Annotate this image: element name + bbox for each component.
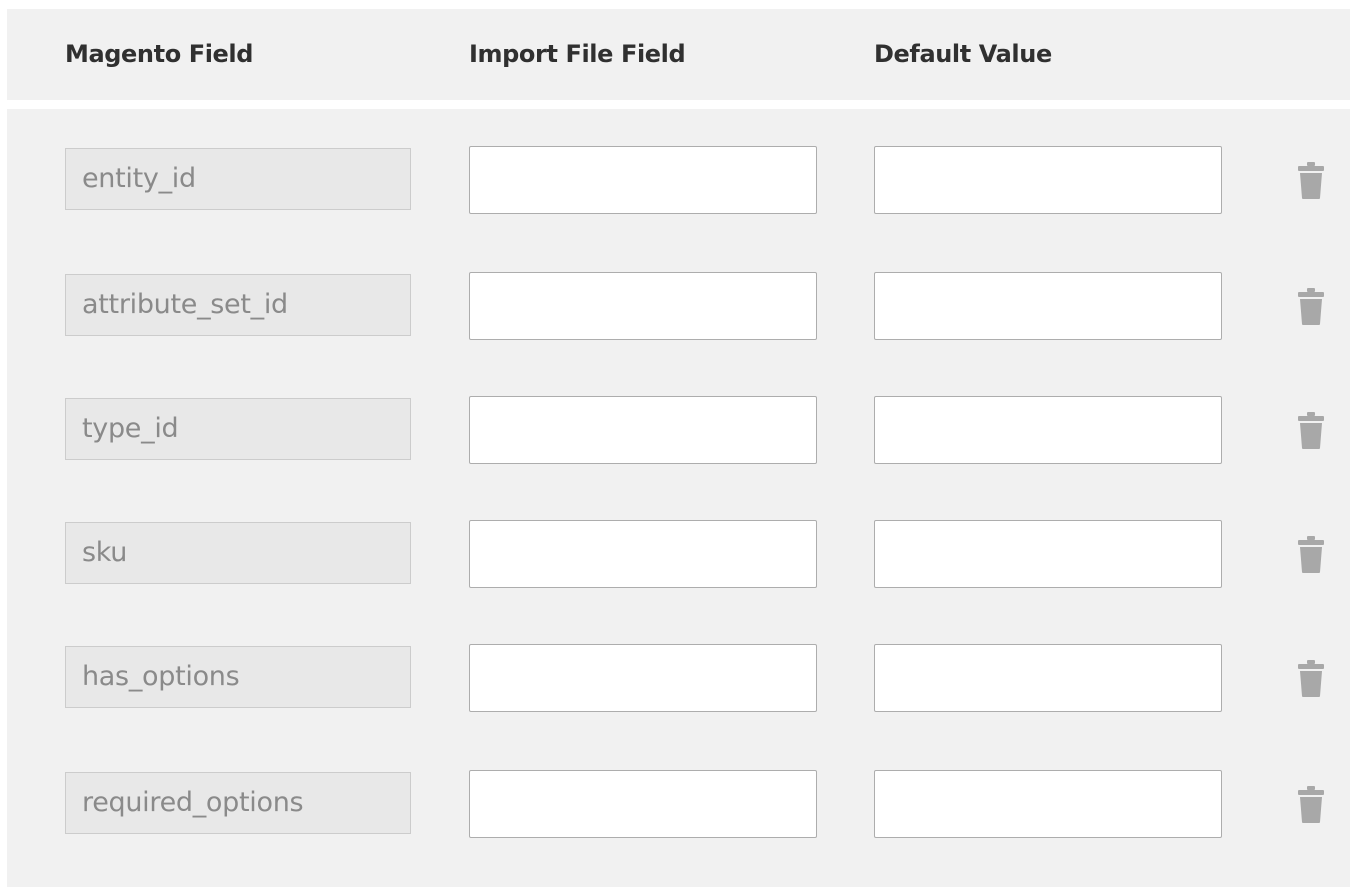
magento-field-value: sku xyxy=(65,522,411,584)
mapping-table-header: Magento Field Import File Field Default … xyxy=(7,9,1350,100)
mapping-row: sku xyxy=(7,520,1350,590)
delete-row-button[interactable] xyxy=(1297,160,1325,200)
trash-icon xyxy=(1298,412,1324,449)
delete-row-button[interactable] xyxy=(1297,658,1325,698)
default-value-input[interactable] xyxy=(874,770,1222,838)
magento-field-value: attribute_set_id xyxy=(65,274,411,336)
import-file-field-input[interactable] xyxy=(469,396,817,464)
mapping-row: type_id xyxy=(7,396,1350,466)
mapping-table-body: entity_id attribute_set_id type_id sku h… xyxy=(7,109,1350,887)
column-header-default-value: Default Value xyxy=(874,40,1052,68)
trash-icon xyxy=(1298,660,1324,697)
trash-icon xyxy=(1298,536,1324,573)
default-value-input[interactable] xyxy=(874,396,1222,464)
default-value-input[interactable] xyxy=(874,146,1222,214)
default-value-input[interactable] xyxy=(874,644,1222,712)
trash-icon xyxy=(1298,162,1324,199)
delete-row-button[interactable] xyxy=(1297,534,1325,574)
delete-row-button[interactable] xyxy=(1297,784,1325,824)
trash-icon xyxy=(1298,786,1324,823)
import-file-field-input[interactable] xyxy=(469,272,817,340)
magento-field-value: type_id xyxy=(65,398,411,460)
import-file-field-input[interactable] xyxy=(469,770,817,838)
column-header-import-file-field: Import File Field xyxy=(469,40,686,68)
mapping-row: entity_id xyxy=(7,146,1350,216)
mapping-row: required_options xyxy=(7,770,1350,840)
magento-field-value: required_options xyxy=(65,772,411,834)
magento-field-value: entity_id xyxy=(65,148,411,210)
mapping-row: has_options xyxy=(7,644,1350,714)
default-value-input[interactable] xyxy=(874,272,1222,340)
import-file-field-input[interactable] xyxy=(469,644,817,712)
delete-row-button[interactable] xyxy=(1297,286,1325,326)
magento-field-value: has_options xyxy=(65,646,411,708)
delete-row-button[interactable] xyxy=(1297,410,1325,450)
default-value-input[interactable] xyxy=(874,520,1222,588)
import-file-field-input[interactable] xyxy=(469,520,817,588)
import-file-field-input[interactable] xyxy=(469,146,817,214)
trash-icon xyxy=(1298,288,1324,325)
column-header-magento-field: Magento Field xyxy=(65,40,254,68)
mapping-row: attribute_set_id xyxy=(7,272,1350,342)
